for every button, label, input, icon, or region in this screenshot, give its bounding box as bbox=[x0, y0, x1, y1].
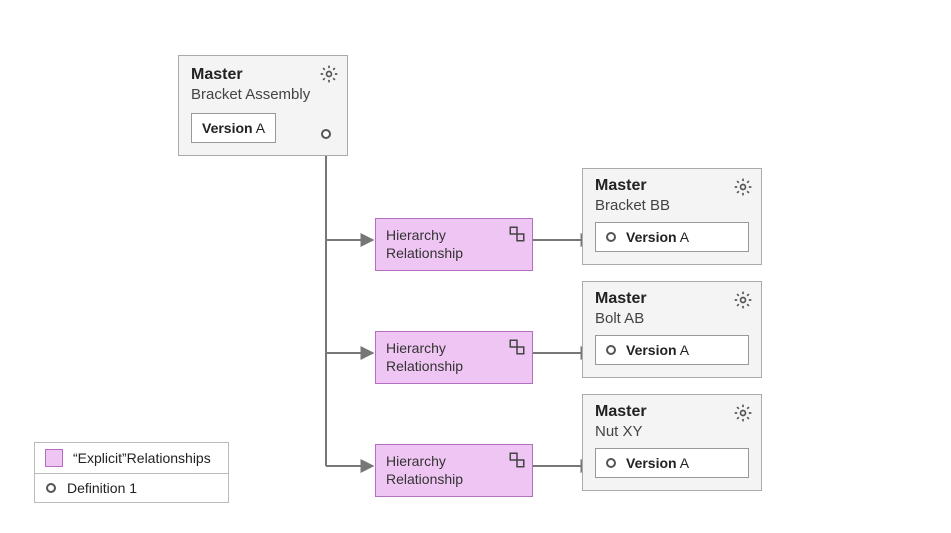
relationship-node-1: HierarchyRelationship bbox=[375, 218, 533, 271]
legend-swatch-icon bbox=[45, 449, 63, 467]
port-in bbox=[606, 232, 616, 242]
root-title: Master bbox=[191, 66, 335, 84]
child-subtitle: Bolt AB bbox=[595, 310, 749, 327]
node-master-root: Master Bracket Assembly Version A bbox=[178, 55, 348, 156]
child-subtitle: Nut XY bbox=[595, 423, 749, 440]
child-version: Version A bbox=[595, 222, 749, 252]
child-title: Master bbox=[595, 290, 749, 308]
node-child-3: Master Nut XY Version A bbox=[582, 394, 762, 491]
child-subtitle: Bracket BB bbox=[595, 197, 749, 214]
legend-definition-label: Definition 1 bbox=[67, 480, 137, 496]
gear-icon bbox=[733, 290, 753, 310]
gear-icon bbox=[733, 177, 753, 197]
port-in bbox=[606, 345, 616, 355]
child-version: Version A bbox=[595, 448, 749, 478]
relationship-node-2: HierarchyRelationship bbox=[375, 331, 533, 384]
legend-port-icon bbox=[46, 483, 56, 493]
legend-explicit-label: “Explicit”Relationships bbox=[73, 450, 211, 466]
child-title: Master bbox=[595, 403, 749, 421]
port-root-out bbox=[321, 129, 331, 139]
hierarchy-icon bbox=[508, 338, 526, 356]
gear-icon bbox=[319, 64, 339, 84]
legend-definition: Definition 1 bbox=[34, 473, 229, 503]
relationship-node-3: HierarchyRelationship bbox=[375, 444, 533, 497]
legend: “Explicit”Relationships Definition 1 bbox=[34, 443, 229, 503]
legend-explicit: “Explicit”Relationships bbox=[34, 442, 229, 474]
gear-icon bbox=[733, 403, 753, 423]
port-in bbox=[606, 458, 616, 468]
root-version: Version A bbox=[191, 113, 276, 143]
hierarchy-icon bbox=[508, 225, 526, 243]
node-child-1: Master Bracket BB Version A bbox=[582, 168, 762, 265]
node-child-2: Master Bolt AB Version A bbox=[582, 281, 762, 378]
hierarchy-icon bbox=[508, 451, 526, 469]
root-subtitle: Bracket Assembly bbox=[191, 86, 335, 103]
child-title: Master bbox=[595, 177, 749, 195]
child-version: Version A bbox=[595, 335, 749, 365]
